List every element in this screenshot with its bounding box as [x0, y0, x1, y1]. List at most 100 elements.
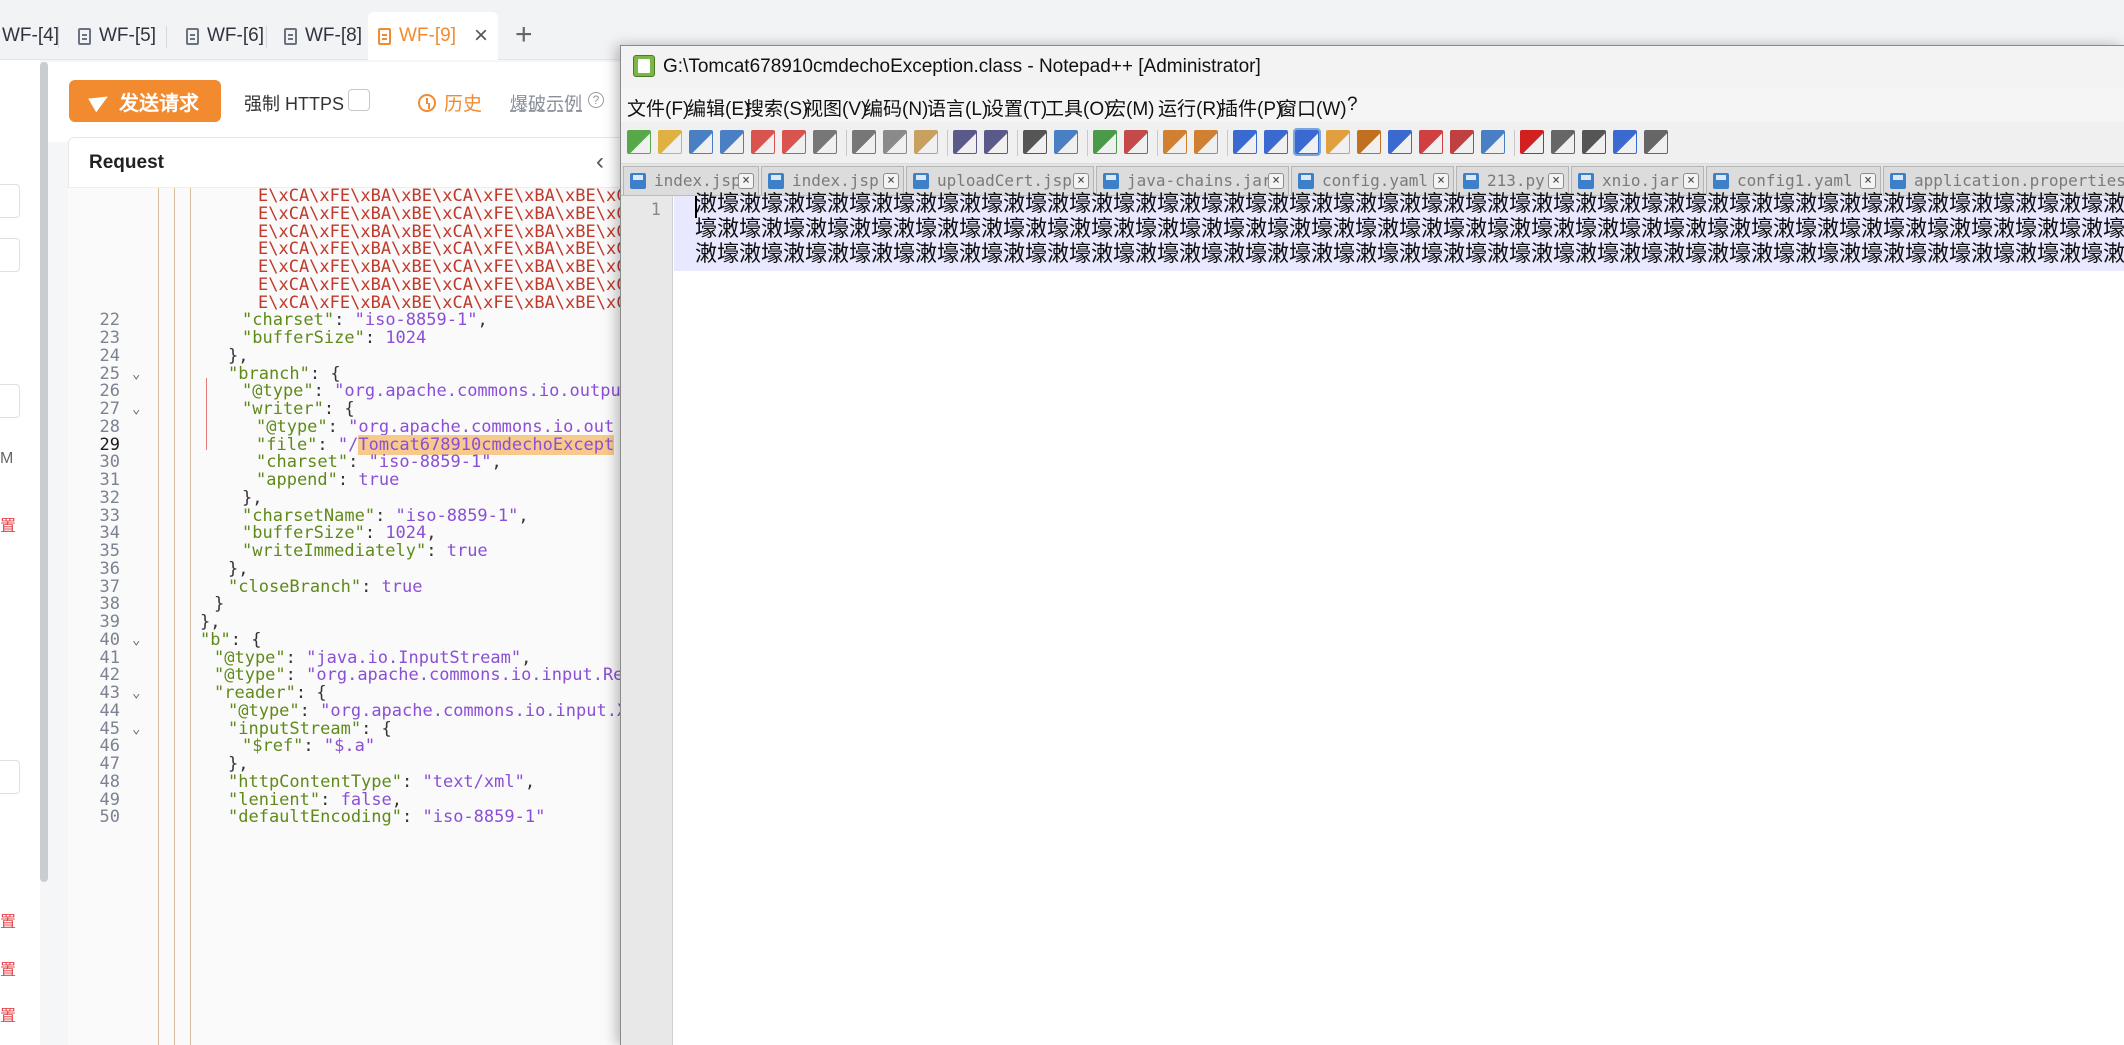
collapsed-field[interactable] [0, 760, 20, 794]
document-icon [378, 27, 391, 45]
tab-label: WF-[5] [99, 25, 156, 46]
tab-divider [266, 26, 267, 48]
text-editor[interactable]: 1 潄壕潄壕潄壕潄壕潄壕潄壕潄壕潄壕潄壕潄壕潄壕潄壕潄壕潄壕潄壕潄壕潄壕潄壕潄壕… [621, 192, 2124, 1045]
file-tab[interactable]: uploadCert.jsp × [906, 166, 1094, 195]
close-all-icon[interactable] [782, 130, 806, 154]
send-icon [88, 89, 112, 113]
stop-macro-icon[interactable] [1551, 130, 1575, 154]
indent-guide-icon[interactable] [1293, 128, 1321, 156]
file-tab[interactable]: java-chains.jar × [1096, 166, 1289, 195]
save-macro-icon[interactable] [1644, 130, 1668, 154]
open-file-icon[interactable] [658, 130, 682, 154]
file-tab[interactable]: config1.yaml × [1706, 166, 1881, 195]
close-tab-icon[interactable]: × [1548, 173, 1564, 189]
menu-item[interactable]: 窗口(W) [1278, 94, 1347, 121]
window-title-bar[interactable]: G:\Tomcat678910cmdechoException.class - … [621, 46, 2124, 88]
close-tab-icon[interactable]: × [1860, 173, 1876, 189]
collapsed-field[interactable] [0, 238, 20, 272]
file-tab[interactable]: index.jsp × [623, 166, 759, 195]
toolbar-divider [1157, 130, 1158, 156]
tab-divider [166, 26, 167, 48]
find-icon[interactable] [1023, 130, 1047, 154]
editor-line: 潄壕潄壕潄壕潄壕潄壕潄壕潄壕潄壕潄壕潄壕潄壕潄壕潄壕潄壕潄壕潄壕潄壕潄壕潄壕潄壕… [695, 192, 2124, 217]
run-macro-multiple-icon[interactable] [1613, 130, 1637, 154]
toolbar-divider [947, 130, 948, 156]
undo-icon[interactable] [953, 130, 977, 154]
close-icon[interactable]: × [474, 22, 488, 50]
menu-item[interactable]: 编码(N) [864, 94, 928, 121]
doc-map-icon[interactable] [1357, 130, 1381, 154]
menu-item[interactable]: 编辑(E) [687, 94, 750, 121]
menu-item[interactable]: 文件(F) [627, 94, 689, 121]
redo-icon[interactable] [984, 130, 1008, 154]
file-tab[interactable]: index.jsp × [761, 166, 904, 195]
add-tab-icon[interactable]: + [515, 20, 533, 50]
show-all-chars-icon[interactable] [1264, 130, 1288, 154]
menu-item[interactable]: 宏(M) [1107, 94, 1154, 121]
save-all-icon[interactable] [720, 130, 744, 154]
file-tab-label: index.jsp [792, 171, 879, 190]
menu-item[interactable]: 搜索(S) [745, 94, 808, 121]
tab-wf-8[interactable]: WF-[8] [274, 12, 372, 60]
new-file-icon[interactable] [627, 130, 651, 154]
menu-item[interactable]: ? [1347, 94, 1358, 116]
tab-wf-6[interactable]: WF-[6] [176, 12, 274, 60]
collapse-left-icon[interactable]: ‹ [596, 148, 604, 176]
replace-icon[interactable] [1054, 130, 1078, 154]
collapsed-field[interactable] [0, 184, 20, 218]
copy-icon[interactable] [883, 130, 907, 154]
menu-item[interactable]: 视图(V) [804, 94, 867, 121]
close-tab-icon[interactable]: × [1268, 173, 1284, 189]
zoom-in-icon[interactable] [1093, 130, 1117, 154]
tab-wf-9[interactable]: WF-[9] × [368, 12, 498, 60]
menu-item[interactable]: 设置(T) [985, 94, 1047, 121]
file-tab-label: uploadCert.jsp [937, 171, 1072, 190]
paste-icon[interactable] [914, 130, 938, 154]
file-tab[interactable]: 213.py × [1456, 166, 1569, 195]
user-lang-icon[interactable] [1326, 130, 1350, 154]
close-tab-icon[interactable]: × [1433, 173, 1449, 189]
function-list-icon[interactable] [1388, 130, 1412, 154]
collapsed-field[interactable] [0, 384, 20, 418]
eye-icon[interactable] [1481, 130, 1505, 154]
close-icon[interactable] [751, 130, 775, 154]
word-wrap-icon[interactable] [1233, 130, 1257, 154]
sync-horizontal-icon[interactable] [1194, 130, 1218, 154]
file-tab[interactable]: xnio.jar × [1571, 166, 1704, 195]
folder-workspace-icon[interactable] [1419, 130, 1443, 154]
document-icon [284, 27, 297, 45]
send-request-button[interactable]: 发送请求 [69, 80, 221, 122]
cut-icon[interactable] [852, 130, 876, 154]
brute-example-link[interactable]: 爆破示例 [510, 90, 582, 116]
floppy-save-icon [1463, 173, 1479, 189]
truncated-red-label: 置 [0, 914, 17, 931]
left-scrollbar[interactable] [40, 62, 48, 882]
floppy-save-icon [1578, 173, 1594, 189]
close-tab-icon[interactable]: × [883, 173, 899, 189]
request-editor[interactable]: E\xCA\xFE\xBA\xBE\xCA\xFE\xBA\xBE\xCA\ E\… [68, 188, 628, 1045]
force-https-checkbox[interactable] [348, 89, 370, 111]
menu-item[interactable]: 工具(O) [1045, 94, 1110, 121]
monitor-icon[interactable] [1450, 130, 1474, 154]
editor-content[interactable]: 潄壕潄壕潄壕潄壕潄壕潄壕潄壕潄壕潄壕潄壕潄壕潄壕潄壕潄壕潄壕潄壕潄壕潄壕潄壕潄壕… [695, 192, 2124, 267]
menu-item[interactable]: 插件(P) [1219, 94, 1282, 121]
file-tab[interactable]: config.yaml × [1291, 166, 1454, 195]
menu-item[interactable]: 语言(L) [927, 94, 988, 121]
save-icon[interactable] [689, 130, 713, 154]
file-tab-label: java-chains.jar [1127, 171, 1272, 190]
print-icon[interactable] [813, 130, 837, 154]
file-tab[interactable]: application.properties [1883, 166, 2124, 195]
help-icon[interactable]: ? [588, 92, 604, 108]
record-macro-icon[interactable] [1520, 130, 1544, 154]
code-line-number: 50 [99, 807, 120, 828]
play-macro-icon[interactable] [1582, 130, 1606, 154]
file-tab-label: config1.yaml [1737, 171, 1853, 190]
history-button[interactable]: 历史 [418, 89, 482, 116]
close-tab-icon[interactable]: × [1073, 173, 1089, 189]
sync-vertical-icon[interactable] [1163, 130, 1187, 154]
zoom-out-icon[interactable] [1124, 130, 1148, 154]
close-tab-icon[interactable]: × [1683, 173, 1699, 189]
close-tab-icon[interactable]: × [738, 173, 754, 189]
menu-item[interactable]: 运行(R) [1158, 94, 1222, 121]
tab-wf-5[interactable]: WF-[5] [68, 12, 166, 60]
